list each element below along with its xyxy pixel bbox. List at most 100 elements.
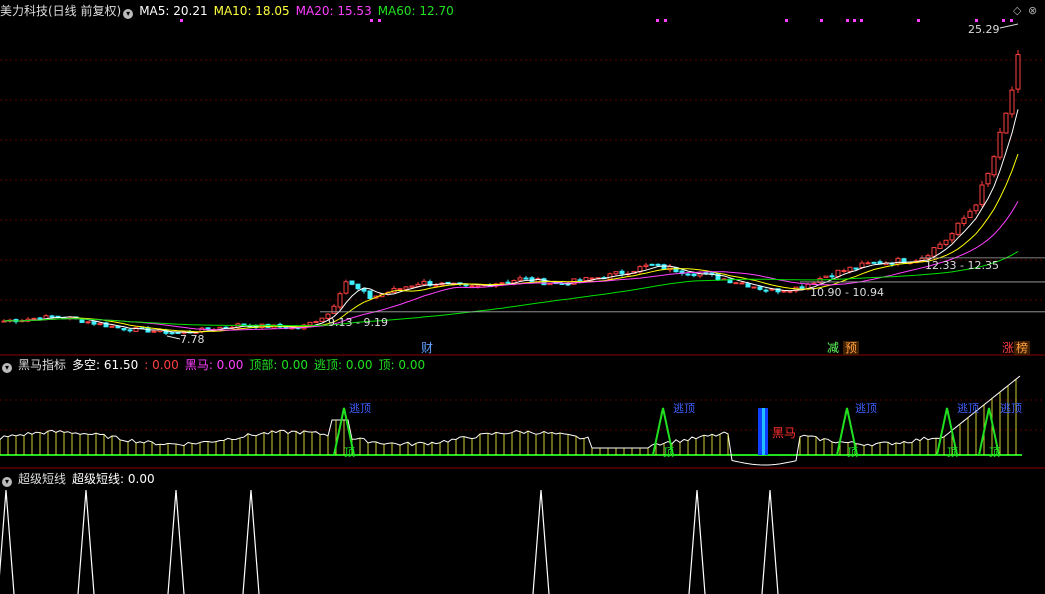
low-arrow	[166, 335, 181, 340]
signal-dot	[664, 19, 667, 22]
candle-body	[787, 290, 793, 293]
candle-body	[115, 325, 121, 329]
candle-body	[763, 289, 769, 292]
zero-value: : 0.00	[144, 358, 179, 372]
signal-dot	[820, 19, 823, 22]
signal-dot	[378, 19, 381, 22]
candle-body	[121, 327, 127, 331]
ma20-value: MA20: 15.53	[295, 4, 372, 18]
taoding-label-4: 逃顶	[957, 402, 979, 415]
heima-bar-core	[762, 408, 765, 455]
short-spike	[532, 489, 550, 594]
ding-label-4: 顶	[947, 446, 958, 459]
event-tag-jian[interactable]: 减	[825, 341, 841, 355]
signal-dot	[1010, 19, 1013, 22]
signal-dot	[975, 19, 978, 22]
short-value: 超级短线: 0.00	[72, 472, 155, 486]
duokong-value: 多空: 61.50	[72, 358, 139, 372]
close-icon[interactable]: ⊗	[1028, 4, 1037, 17]
candle-body	[991, 156, 997, 176]
short-spike	[77, 489, 95, 594]
candle-body	[661, 264, 667, 270]
candle-body	[403, 286, 409, 290]
ding-label-2: 顶	[663, 446, 674, 459]
candle-body	[409, 285, 415, 288]
candle-body	[781, 290, 787, 293]
candle-body	[955, 222, 961, 235]
candle-body	[997, 131, 1003, 158]
candle-body	[967, 210, 973, 218]
candle-body	[1003, 112, 1009, 134]
candle-body	[739, 282, 745, 285]
candle-body	[931, 247, 937, 257]
short-name: 超级短线	[18, 472, 67, 486]
ding-label-5: 顶	[989, 446, 1000, 459]
candle-body	[1009, 89, 1015, 115]
signal-dot	[370, 19, 373, 22]
low-price-label: 7.78	[180, 333, 205, 346]
candle-body	[649, 263, 655, 266]
taoding-label-1: 逃顶	[349, 402, 371, 415]
short-header: ▾ 超级短线 超级短线: 0.00	[0, 471, 161, 487]
candle-body	[871, 261, 877, 264]
candle-body	[979, 184, 985, 206]
candle-body	[79, 318, 85, 323]
candle-body	[559, 282, 565, 285]
taoding-label-3: 逃顶	[855, 402, 877, 415]
ding-value: 顶: 0.00	[378, 358, 426, 372]
high-arrow	[999, 23, 1019, 29]
candle-body	[685, 273, 691, 276]
candle-body	[865, 262, 871, 265]
range-label-1: 9.13 - 9.19	[328, 316, 388, 329]
candle-body	[757, 286, 763, 290]
heima-label: 黑马	[772, 426, 797, 440]
chart-canvas	[0, 19, 1045, 594]
candle-body	[313, 321, 319, 324]
main-header: 美力科技(日线 前复权) ▾ MA5: 20.21 MA10: 18.05 MA20: …	[0, 3, 460, 19]
candle-body	[547, 282, 553, 286]
taoding-value: 逃顶: 0.00	[313, 358, 373, 372]
candle-body	[499, 282, 505, 285]
candle-body	[943, 239, 949, 245]
duokong-line	[0, 375, 1021, 466]
short-dropdown-icon[interactable]: ▾	[2, 477, 12, 487]
ding-label-1: 顶	[344, 446, 355, 459]
heima-value: 黑马: 0.00	[184, 358, 244, 372]
candle-body	[577, 279, 583, 282]
event-tag-yu[interactable]: 预	[843, 341, 860, 355]
candle-body	[655, 263, 661, 266]
event-tag-cai[interactable]: 财	[419, 341, 435, 355]
candle-body	[421, 280, 427, 285]
candle-body	[829, 275, 835, 278]
candle-body	[127, 329, 133, 332]
indicator-dropdown-icon[interactable]: ▾	[2, 363, 12, 373]
candle-body	[307, 321, 313, 326]
candle-body	[799, 286, 805, 290]
candle-body	[691, 273, 697, 277]
indicator-header: ▾ 黑马指标 多空: 61.50: 0.00 黑马: 0.00 顶部: 0.00 逃顶: …	[0, 357, 431, 373]
event-tag-bang[interactable]: 榜	[1014, 341, 1031, 355]
stock-title: 美力科技(日线 前复权)	[0, 4, 122, 18]
ma10-value: MA10: 18.05	[213, 4, 290, 18]
candle-body	[985, 172, 991, 185]
candle-body	[505, 281, 511, 284]
ma60-value: MA60: 12.70	[377, 4, 454, 18]
candle-body	[613, 271, 619, 275]
short-spike	[242, 489, 260, 594]
candle-body	[517, 277, 523, 281]
candle-body	[847, 266, 853, 272]
ma20-line	[3, 201, 1019, 331]
signal-dot	[860, 19, 863, 22]
candle-body	[475, 284, 481, 288]
candle-body	[859, 262, 865, 269]
candle-body	[895, 257, 901, 265]
candle-body	[151, 330, 157, 333]
candle-body	[853, 267, 859, 270]
signal-dot	[1002, 19, 1005, 22]
taoding-label-2: 逃顶	[673, 402, 695, 415]
range-label-2: 10.90 - 10.94	[810, 286, 884, 299]
range-label-3: 12.33 - 12.35	[925, 259, 999, 272]
candle-body	[523, 277, 529, 280]
expand-icon[interactable]: ◇	[1013, 4, 1021, 17]
dropdown-icon[interactable]: ▾	[123, 9, 134, 19]
